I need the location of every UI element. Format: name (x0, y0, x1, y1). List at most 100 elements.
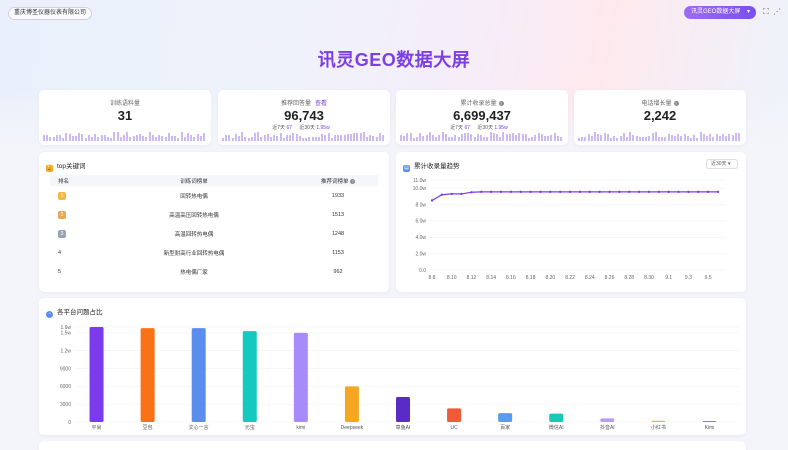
sparkline-bar (709, 134, 712, 141)
bar-chart: 0 3000 6000 9000 1.2w 1.5w1.6w 平尚 豆包 文心一言 元宝 kimi D… (60, 325, 739, 431)
sparkline-bar (346, 133, 349, 141)
sparkline-bar (78, 133, 81, 141)
data-point (647, 190, 651, 194)
sparkline-bar (699, 132, 702, 141)
fullscreen-icon[interactable]: ⛶ (762, 8, 770, 16)
bar (600, 418, 615, 422)
data-point (450, 192, 453, 196)
sparkline-bar (508, 133, 511, 141)
sparkline-bar (544, 135, 546, 141)
sparkline-bar (228, 135, 231, 141)
sparkline-bar (43, 135, 45, 141)
sparkline-bar (356, 133, 359, 141)
sparkline-bar (467, 133, 470, 141)
stat-value: 6,699,437 (453, 108, 511, 123)
sparkline-bar (603, 132, 606, 141)
sparkline-bar (382, 135, 384, 141)
sparkline-bar (305, 137, 308, 141)
data-point (677, 190, 680, 194)
sparkline-bar (696, 137, 699, 141)
sparkline-bar (654, 132, 657, 141)
sparkline-bar (610, 137, 612, 141)
sparkline-bar (171, 135, 173, 141)
help-icon[interactable]: ? (350, 178, 356, 184)
share-icon[interactable]: ⋰ (773, 8, 781, 16)
sparkline-bar (518, 133, 521, 141)
sparkline-bar (606, 133, 609, 141)
card-title: top关键词 (57, 163, 86, 170)
x-tick-label: Deepseek (341, 425, 364, 431)
y-tick-label: 1.5w (60, 331, 71, 337)
sparkline-bar (590, 135, 593, 141)
sparkline-bar (648, 135, 651, 141)
sparkline-bar (715, 133, 718, 141)
platform-share-card: ◔ 各平台问题占比 0 3000 6000 9000 1.2w 1.5w 1.6w 平尚 豆包 文心… (39, 298, 746, 435)
stat-label: 累计收录总量 (460, 101, 497, 107)
sparkline-bar (638, 137, 641, 141)
bronze-medal-icon: 3 (58, 229, 66, 238)
sparkline-bar (728, 134, 731, 141)
series-line (431, 191, 718, 201)
table-row: 1 回转热电偶 1933 (50, 186, 378, 205)
sparkline-bar (444, 133, 447, 141)
sparkline-bar (62, 137, 65, 141)
table-row: 3 高温回转热电偶 1248 (50, 224, 378, 243)
sparkline-bar (581, 137, 584, 141)
sparkline-bar (359, 132, 362, 141)
card-header: 🏆 top关键词 (46, 160, 86, 172)
stat-sub: 近7天 67 近30天 1.95w (218, 124, 390, 131)
stat-value: 31 (117, 108, 133, 123)
sparkline-bar (722, 134, 724, 141)
data-point (440, 193, 444, 196)
sparkline-bar (642, 137, 644, 141)
stat-sub: 近7天 67 近30天 1.95w (396, 124, 568, 131)
stat-label-row: 电话增长量? (574, 98, 746, 107)
sparkline-bar (314, 136, 317, 141)
stat-label: 电话增长量 (641, 101, 672, 107)
sparkline-bar (292, 133, 295, 141)
x-tick-label: 8.14 (486, 275, 496, 281)
switch-screen-button[interactable]: 讯灵GEO数据大屏 ▾ (684, 6, 756, 19)
x-tick-label: 8.20 (545, 275, 555, 281)
stat-card-corpus: 训练语料量 31 (39, 90, 211, 145)
sparkline-bar (65, 132, 68, 141)
view-link[interactable]: 查看 (315, 101, 327, 107)
sparkline-bar (683, 134, 686, 141)
sparkline-bar (94, 133, 97, 141)
sparkline-bar (145, 136, 148, 141)
help-icon[interactable]: ? (673, 101, 679, 106)
sparkline-bar (489, 132, 492, 141)
rank-cell: 1 (50, 186, 90, 205)
sparkline-bar (438, 134, 441, 141)
sparkline (400, 131, 564, 141)
next-panel-card (39, 441, 746, 450)
sparkline-bar (502, 132, 505, 141)
sparkline-bar (177, 137, 180, 141)
sparkline-bar (148, 132, 151, 141)
data-point (539, 190, 542, 194)
column-header: 推荐词榜单 ? (298, 175, 378, 186)
x-tick-label: 章鱼AI (396, 424, 411, 431)
sparkline-bar (225, 135, 228, 141)
x-tick-label: kimi (296, 425, 305, 431)
sparkline-bar (635, 135, 638, 141)
sparkline-bar (190, 135, 193, 141)
data-point (529, 190, 532, 194)
sparkline-bar (234, 133, 237, 141)
sparkline-bar (151, 135, 154, 141)
sparkline-bar (126, 132, 129, 141)
sparkline-bar (702, 134, 705, 141)
silver-medal-icon: 2 (58, 210, 66, 219)
help-icon[interactable]: ? (498, 101, 504, 106)
data-point (687, 190, 690, 194)
chevron-down-icon: ▾ (746, 9, 750, 15)
x-tick-label: 9.5 (705, 275, 712, 281)
data-point (588, 190, 591, 194)
sparkline-bar (512, 133, 514, 141)
sparkline-bar (524, 133, 527, 141)
sparkline-bar (560, 137, 562, 141)
sparkline-bar (594, 132, 596, 141)
sparkline-bar (658, 137, 660, 141)
sparkline-bar (362, 132, 365, 141)
sparkline-bar (302, 137, 304, 141)
